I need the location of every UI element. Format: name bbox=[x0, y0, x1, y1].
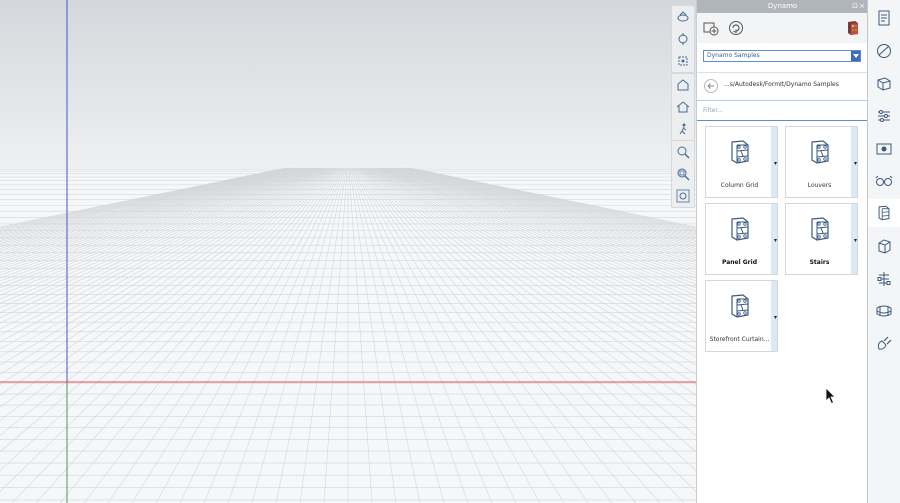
zoom-extents-icon[interactable] bbox=[672, 185, 694, 207]
zoom-tools-group bbox=[671, 140, 695, 208]
zoom-window-icon[interactable] bbox=[672, 163, 694, 185]
dynamo-icon[interactable] bbox=[868, 199, 900, 227]
caret-down-icon[interactable]: ▾ bbox=[774, 160, 777, 167]
tile-label: Stairs bbox=[809, 259, 830, 266]
layers-icon[interactable] bbox=[868, 70, 900, 98]
groups-icon[interactable] bbox=[868, 232, 900, 260]
ground-grid bbox=[0, 0, 696, 503]
zoom-icon[interactable] bbox=[672, 141, 694, 163]
path-row: ...s/Autodesk/FormIt/Dynamo Samples bbox=[697, 75, 868, 97]
divider bbox=[697, 120, 868, 121]
pan-orbit-icon[interactable] bbox=[672, 28, 694, 50]
panel-toolbar bbox=[697, 13, 868, 43]
panel-title-bar: Dynamo ⊡ × bbox=[697, 0, 868, 13]
dynamo-graph-icon bbox=[731, 140, 749, 164]
divider bbox=[697, 100, 868, 101]
house-view-icon[interactable] bbox=[672, 96, 694, 118]
content-library-icon[interactable] bbox=[868, 297, 900, 325]
restore-icon[interactable]: ⊡ bbox=[852, 0, 858, 13]
mouse-cursor-icon bbox=[825, 387, 836, 405]
refresh-icon[interactable] bbox=[727, 19, 745, 37]
tile-label: Louvers bbox=[807, 182, 832, 189]
properties-icon[interactable] bbox=[868, 4, 900, 32]
plugin-icon[interactable] bbox=[868, 330, 900, 358]
tile-label: Panel Grid bbox=[721, 259, 757, 266]
sample-tile-panel-grid[interactable]: ▾ Panel Grid bbox=[705, 203, 778, 275]
dynamo-graph-icon bbox=[731, 294, 749, 318]
dynamo-panel: Dynamo ⊡ × Dynamo Samples ...s/Autodesk/… bbox=[696, 0, 868, 503]
scenes-icon[interactable] bbox=[868, 135, 900, 163]
view-tools-group bbox=[671, 73, 695, 141]
tile-label: Column Grid bbox=[720, 182, 759, 189]
dynamo-graph-icon bbox=[731, 217, 749, 241]
divider bbox=[697, 72, 868, 73]
dynamo-player-icon[interactable] bbox=[844, 19, 862, 37]
right-tool-rail bbox=[867, 0, 900, 503]
filter-input[interactable]: Filter... bbox=[703, 107, 723, 114]
close-icon[interactable]: × bbox=[859, 0, 865, 13]
folder-dropdown[interactable]: Dynamo Samples bbox=[703, 50, 861, 62]
tile-label: Storefront Curtain... bbox=[709, 336, 770, 343]
caret-down-icon[interactable]: ▾ bbox=[854, 237, 857, 244]
levels-icon[interactable] bbox=[868, 102, 900, 130]
panel-title: Dynamo bbox=[767, 2, 798, 10]
3d-viewport[interactable] bbox=[0, 0, 696, 503]
caret-down-icon[interactable]: ▾ bbox=[774, 237, 777, 244]
sample-tile-column-grid[interactable]: ▾ Column Grid bbox=[705, 126, 778, 198]
new-graph-icon[interactable] bbox=[702, 19, 720, 37]
walk-icon[interactable] bbox=[672, 118, 694, 140]
dynamo-graph-icon bbox=[811, 140, 829, 164]
back-icon[interactable] bbox=[704, 79, 718, 93]
caret-down-icon[interactable]: ▾ bbox=[774, 314, 777, 321]
look-around-icon[interactable] bbox=[672, 50, 694, 72]
visual-styles-icon[interactable] bbox=[868, 167, 900, 195]
sample-tile-storefront-curtain[interactable]: ▾ Storefront Curtain... bbox=[705, 280, 778, 352]
dropdown-value: Dynamo Samples bbox=[707, 52, 760, 59]
orbit-tools-group bbox=[671, 5, 695, 73]
sample-tile-stairs[interactable]: ▾ Stairs bbox=[785, 203, 858, 275]
folder-path: ...s/Autodesk/FormIt/Dynamo Samples bbox=[724, 81, 839, 88]
orbit-icon[interactable] bbox=[672, 6, 694, 28]
home-view-icon[interactable] bbox=[672, 74, 694, 96]
sample-tile-louvers[interactable]: ▾ Louvers bbox=[785, 126, 858, 198]
caret-down-icon[interactable]: ▾ bbox=[854, 160, 857, 167]
dynamo-graph-icon bbox=[811, 217, 829, 241]
chevron-down-icon[interactable] bbox=[851, 51, 860, 61]
materials-icon[interactable] bbox=[868, 37, 900, 65]
hierarchy-icon[interactable] bbox=[868, 265, 900, 293]
